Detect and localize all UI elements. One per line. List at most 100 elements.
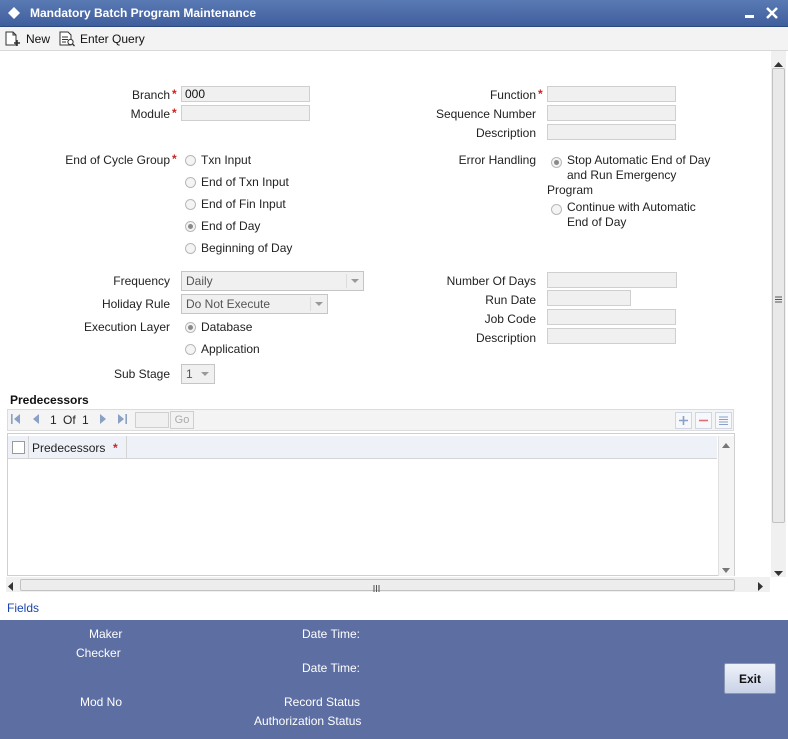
radio-database[interactable]: Database: [185, 320, 252, 334]
sequence-number-label: Sequence Number: [435, 107, 536, 121]
window-diamond-icon: [7, 6, 21, 20]
radio-stop-automatic-eod[interactable]: [551, 157, 562, 168]
radio-button-selected[interactable]: [185, 321, 196, 333]
single-view-icon[interactable]: [715, 412, 732, 429]
select-all-checkbox[interactable]: [12, 441, 25, 454]
enter-query-label: Enter Query: [80, 32, 145, 46]
last-page-icon[interactable]: [116, 413, 128, 428]
function-input[interactable]: [547, 86, 676, 102]
radio-label: End of Txn Input: [201, 175, 289, 189]
radio-end-of-day[interactable]: End of Day: [185, 219, 260, 233]
mod-no-label: Mod No: [80, 695, 123, 709]
grid-scroll-up-icon[interactable]: [722, 439, 730, 453]
module-label: Module: [130, 107, 170, 121]
description-label-bottom: Description: [475, 331, 536, 345]
hscroll-grip-icon: [373, 581, 380, 595]
radio-button[interactable]: [185, 176, 196, 188]
stop-automatic-line1: Stop Automatic End of Day: [567, 153, 711, 167]
add-row-icon[interactable]: [675, 412, 692, 429]
number-of-days-input[interactable]: [547, 272, 677, 288]
radio-application[interactable]: Application: [185, 342, 260, 356]
prev-page-icon[interactable]: [30, 413, 42, 428]
radio-label: Database: [201, 320, 253, 334]
continue-automatic-line1: Continue with Automatic: [567, 200, 696, 214]
close-icon[interactable]: [762, 3, 782, 23]
sub-stage-label: Sub Stage: [113, 367, 170, 381]
grid-vscrollbar[interactable]: [718, 436, 734, 576]
page-of: Of: [63, 413, 76, 427]
description-input-top[interactable]: [547, 124, 676, 140]
frequency-value: Daily: [186, 274, 213, 288]
new-document-icon: [4, 31, 22, 47]
radio-label: Beginning of Day: [201, 241, 293, 255]
radio-button[interactable]: [185, 242, 196, 254]
number-of-days-label: Number Of Days: [446, 274, 536, 288]
radio-button-selected[interactable]: [185, 220, 196, 232]
radio-end-of-fin-input[interactable]: End of Fin Input: [185, 197, 286, 211]
radio-button[interactable]: [185, 154, 196, 166]
continue-automatic-line2: End of Day: [567, 215, 627, 229]
enter-query-button[interactable]: Enter Query: [58, 30, 145, 48]
fields-link[interactable]: Fields: [7, 601, 39, 615]
branch-label: Branch: [131, 88, 170, 102]
new-label: New: [26, 32, 51, 46]
sub-stage-select[interactable]: 1: [181, 364, 215, 384]
page-number-input[interactable]: [135, 412, 169, 428]
maker-date-time-label: Date Time:: [302, 627, 361, 641]
job-code-input[interactable]: [547, 309, 676, 325]
chevron-down-icon: [310, 297, 324, 311]
run-date-input[interactable]: [547, 290, 631, 306]
scroll-down-icon[interactable]: [774, 566, 783, 580]
module-required-mark: *: [172, 106, 177, 120]
delete-row-icon[interactable]: [695, 412, 712, 429]
column-required-mark: *: [113, 441, 118, 455]
scroll-up-icon[interactable]: [774, 57, 783, 71]
new-button[interactable]: New: [4, 30, 50, 48]
frequency-label: Frequency: [113, 274, 170, 288]
scroll-right-icon[interactable]: [757, 580, 764, 594]
exit-button[interactable]: Exit: [724, 663, 776, 694]
frequency-select[interactable]: Daily: [181, 271, 364, 291]
function-label: Function: [489, 88, 536, 102]
description-input-bottom[interactable]: [547, 328, 676, 344]
run-date-label: Run Date: [485, 293, 536, 307]
minimize-icon[interactable]: [740, 3, 760, 23]
column-divider: [126, 436, 127, 459]
holiday-rule-value: Do Not Execute: [186, 297, 271, 311]
record-status-label: Record Status: [284, 695, 361, 709]
maker-label: Maker: [89, 627, 123, 641]
holiday-rule-select[interactable]: Do Not Execute: [181, 294, 328, 314]
first-page-icon[interactable]: [10, 413, 22, 428]
execution-layer-label: Execution Layer: [83, 320, 170, 334]
function-required-mark: *: [538, 87, 543, 101]
error-handling-label: Error Handling: [458, 153, 536, 167]
go-button[interactable]: Go: [170, 411, 194, 429]
radio-button[interactable]: [185, 198, 196, 210]
branch-input[interactable]: 000: [181, 86, 310, 102]
stop-automatic-line3: Program: [547, 183, 594, 197]
radio-label: Txn Input: [201, 153, 252, 167]
sequence-number-input[interactable]: [547, 105, 676, 121]
radio-beginning-of-day[interactable]: Beginning of Day: [185, 241, 292, 255]
page-current: 1: [50, 413, 57, 427]
radio-continue-automatic-eod[interactable]: [551, 204, 562, 215]
authorization-status-label: Authorization Status: [254, 714, 362, 728]
scroll-left-icon[interactable]: [7, 580, 14, 594]
radio-label: End of Fin Input: [201, 197, 286, 211]
end-of-cycle-required-mark: *: [172, 152, 177, 166]
page-total: 1: [82, 413, 89, 427]
chevron-down-icon: [197, 367, 211, 381]
chevron-down-icon: [346, 274, 360, 288]
radio-end-of-txn-input[interactable]: End of Txn Input: [185, 175, 289, 189]
job-code-label: Job Code: [484, 312, 536, 326]
column-divider: [28, 436, 29, 459]
checker-date-time-label: Date Time:: [302, 661, 361, 675]
window-titlebar: Mandatory Batch Program Maintenance: [0, 0, 788, 27]
next-page-icon[interactable]: [97, 413, 109, 428]
module-input[interactable]: [181, 105, 310, 121]
window-title: Mandatory Batch Program Maintenance: [30, 6, 257, 20]
grid-scroll-down-icon[interactable]: [722, 563, 730, 577]
radio-txn-input[interactable]: Txn Input: [185, 153, 251, 167]
end-of-cycle-group-label: End of Cycle Group: [65, 153, 170, 167]
radio-button[interactable]: [185, 343, 196, 355]
